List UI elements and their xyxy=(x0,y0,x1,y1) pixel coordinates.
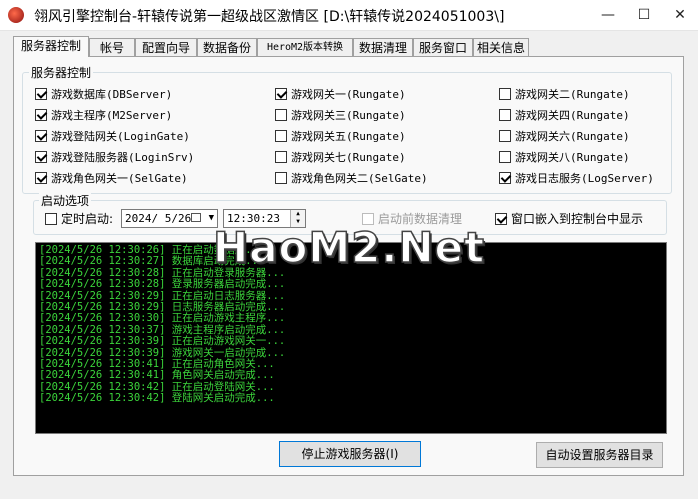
server-checkbox[interactable]: 游戏网关三(Rungate) xyxy=(275,107,406,123)
log-line: [2024/5/26 12:30:41] 角色网关启动完成... xyxy=(39,369,275,382)
app-logo-icon xyxy=(8,7,24,23)
server-checkbox-label: 游戏网关三(Rungate) xyxy=(291,109,406,122)
server-checkbox-label: 游戏网关二(Rungate) xyxy=(515,88,630,101)
server-checkbox-label: 游戏网关六(Rungate) xyxy=(515,130,630,143)
tab-data-cleanup[interactable]: 数据清理 xyxy=(353,38,413,56)
embed-window-checkbox[interactable]: 窗口嵌入到控制台中显示 xyxy=(495,211,643,227)
tab-related-info[interactable]: 相关信息 xyxy=(473,38,529,56)
close-button[interactable]: ✕ xyxy=(662,0,698,30)
server-checkbox-box[interactable] xyxy=(35,172,47,184)
server-checkbox-label: 游戏主程序(M2Server) xyxy=(51,109,173,122)
startup-options-label: 启动选项 xyxy=(39,192,92,209)
title-bar: 翎风引擎控制台-轩辕传说第一超级战区激情区 [D:\轩辕传说2024051003… xyxy=(0,0,698,31)
embed-window-box[interactable] xyxy=(495,213,507,225)
stop-server-button[interactable]: 停止游戏服务器(I) xyxy=(279,441,421,467)
server-checkbox[interactable]: 游戏网关一(Rungate) xyxy=(275,86,406,102)
tab-server-control[interactable]: 服务器控制 xyxy=(13,36,89,57)
server-checkbox-box[interactable] xyxy=(275,130,287,142)
server-checkbox-label: 游戏网关一(Rungate) xyxy=(291,88,406,101)
server-checkbox-box[interactable] xyxy=(499,151,511,163)
timed-start-label: 定时启动: xyxy=(61,212,114,226)
server-checkbox-label: 游戏登陆网关(LoginGate) xyxy=(51,130,190,143)
server-checkbox-box[interactable] xyxy=(275,109,287,121)
server-checkbox-box[interactable] xyxy=(275,151,287,163)
server-checkbox-label: 游戏网关四(Rungate) xyxy=(515,109,630,122)
server-checkbox-box[interactable] xyxy=(499,172,511,184)
server-checkbox[interactable]: 游戏数据库(DBServer) xyxy=(35,86,172,102)
timed-start-checkbox[interactable]: 定时启动: xyxy=(45,211,113,227)
log-line: [2024/5/26 12:30:42] 登陆网关启动完成... xyxy=(39,392,275,405)
server-checkbox[interactable]: 游戏网关二(Rungate) xyxy=(499,86,630,102)
calendar-icon xyxy=(191,213,201,222)
server-checkbox[interactable]: 游戏网关四(Rungate) xyxy=(499,107,630,123)
maximize-button[interactable]: ☐ xyxy=(626,0,662,30)
date-picker[interactable]: 2024/ 5/26 ▼ xyxy=(121,209,218,228)
tab-service-window[interactable]: 服务窗口 xyxy=(413,38,473,56)
server-checkbox[interactable]: 游戏角色网关二(SelGate) xyxy=(275,170,428,186)
server-checkbox[interactable]: 游戏网关七(Rungate) xyxy=(275,149,406,165)
server-checkbox-box[interactable] xyxy=(275,172,287,184)
server-checkbox-box[interactable] xyxy=(35,88,47,100)
tab-herom2-version[interactable]: HeroM2版本转换 xyxy=(257,38,353,56)
server-checkbox-box[interactable] xyxy=(499,109,511,121)
server-control-group-label: 服务器控制 xyxy=(29,64,94,81)
server-checkbox[interactable]: 游戏登陆网关(LoginGate) xyxy=(35,128,190,144)
server-checkbox-box[interactable] xyxy=(499,88,511,100)
server-checkbox[interactable]: 游戏网关八(Rungate) xyxy=(499,149,630,165)
server-checkbox-label: 游戏角色网关一(SelGate) xyxy=(51,172,188,185)
server-checkbox[interactable]: 游戏网关六(Rungate) xyxy=(499,128,630,144)
server-checkbox-label: 游戏日志服务(LogServer) xyxy=(515,172,654,185)
server-checkbox[interactable]: 游戏登陆服务器(LoginSrv) xyxy=(35,149,194,165)
server-checkbox-label: 游戏登陆服务器(LoginSrv) xyxy=(51,151,195,164)
date-value: 2024/ 5/26 xyxy=(125,212,192,225)
tab-data-backup[interactable]: 数据备份 xyxy=(197,38,257,56)
minimize-button[interactable]: — xyxy=(590,0,626,30)
tab-account[interactable]: 帐号 xyxy=(89,38,135,56)
server-checkbox-label: 游戏网关七(Rungate) xyxy=(291,151,406,164)
server-checkbox[interactable]: 游戏主程序(M2Server) xyxy=(35,107,172,123)
server-checkbox[interactable]: 游戏网关五(Rungate) xyxy=(275,128,406,144)
watermark-text: HaoM2.Net xyxy=(212,222,486,273)
server-checkbox-label: 游戏角色网关二(SelGate) xyxy=(291,172,428,185)
server-checkbox-box[interactable] xyxy=(35,109,47,121)
server-checkbox-label: 游戏网关八(Rungate) xyxy=(515,151,630,164)
tab-config-wizard[interactable]: 配置向导 xyxy=(135,38,197,56)
server-checkbox-box[interactable] xyxy=(499,130,511,142)
embed-window-label: 窗口嵌入到控制台中显示 xyxy=(511,212,644,226)
server-checkbox-box[interactable] xyxy=(275,88,287,100)
log-line: [2024/5/26 12:30:39] 正在启动游戏网关一... xyxy=(39,335,286,348)
timed-start-box[interactable] xyxy=(45,213,57,225)
server-checkbox-label: 游戏网关五(Rungate) xyxy=(291,130,406,143)
server-checkbox-label: 游戏数据库(DBServer) xyxy=(51,88,173,101)
log-line: [2024/5/26 12:30:28] 登录服务器启动完成... xyxy=(39,278,286,291)
server-checkbox[interactable]: 游戏角色网关一(SelGate) xyxy=(35,170,188,186)
server-checkbox-box[interactable] xyxy=(35,151,47,163)
window-title: 翎风引擎控制台-轩辕传说第一超级战区激情区 [D:\轩辕传说2024051003… xyxy=(34,9,505,25)
server-checkbox-box[interactable] xyxy=(35,130,47,142)
server-checkbox[interactable]: 游戏日志服务(LogServer) xyxy=(499,170,654,186)
auto-set-directory-button[interactable]: 自动设置服务器目录 xyxy=(536,442,663,468)
